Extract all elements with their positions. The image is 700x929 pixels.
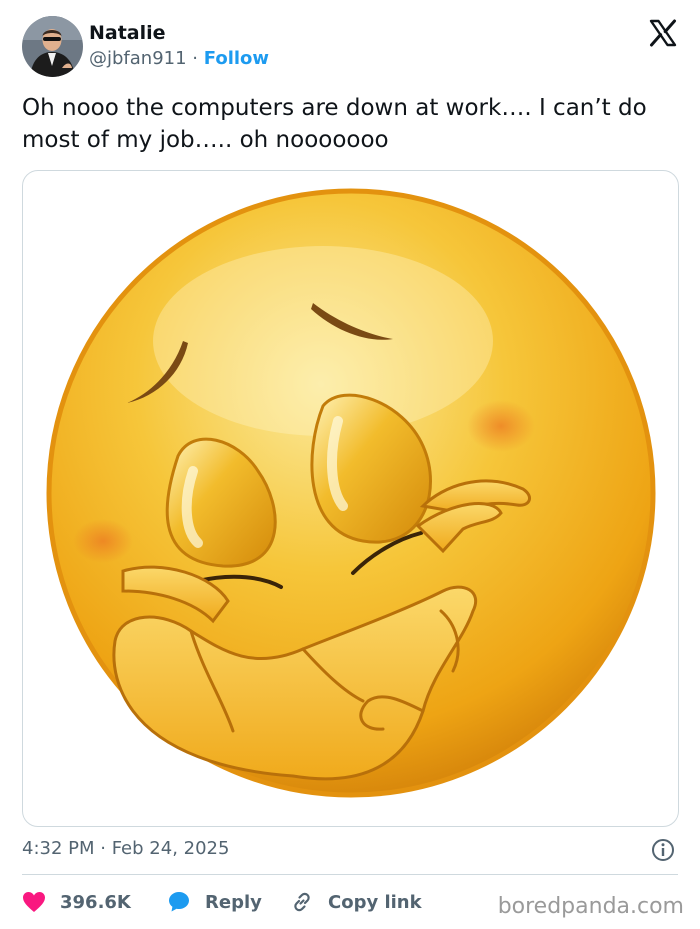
laughing-emoji-image (46, 188, 656, 798)
copy-link-label: Copy link (328, 891, 422, 913)
author-handle[interactable]: @jbfan911 (89, 48, 187, 69)
reply-label: Reply (205, 891, 262, 913)
info-icon[interactable] (651, 838, 675, 862)
link-icon (294, 892, 310, 912)
separator: · (192, 48, 199, 69)
like-count: 396.6K (60, 891, 131, 913)
like-button[interactable]: 396.6K (22, 888, 131, 916)
follow-button[interactable]: Follow (204, 48, 269, 69)
author-name[interactable]: Natalie (89, 22, 166, 44)
copy-link-button[interactable]: Copy link (290, 888, 422, 916)
tweet-header: Natalie @jbfan911 · Follow (22, 16, 682, 78)
tweet-text: Oh nooo the computers are down at work….… (22, 95, 647, 153)
speech-bubble-icon (169, 892, 189, 912)
tweet-media[interactable] (22, 170, 679, 827)
divider (22, 874, 678, 875)
reply-button[interactable]: Reply (167, 888, 262, 916)
x-logo-icon[interactable] (648, 18, 678, 48)
author-handle-row: @jbfan911 · Follow (89, 48, 269, 69)
tweet-timestamp[interactable]: 4:32 PM · Feb 24, 2025 (22, 838, 229, 859)
watermark: boredpanda.com (497, 894, 684, 919)
avatar[interactable] (22, 16, 83, 77)
heart-icon (23, 892, 45, 912)
